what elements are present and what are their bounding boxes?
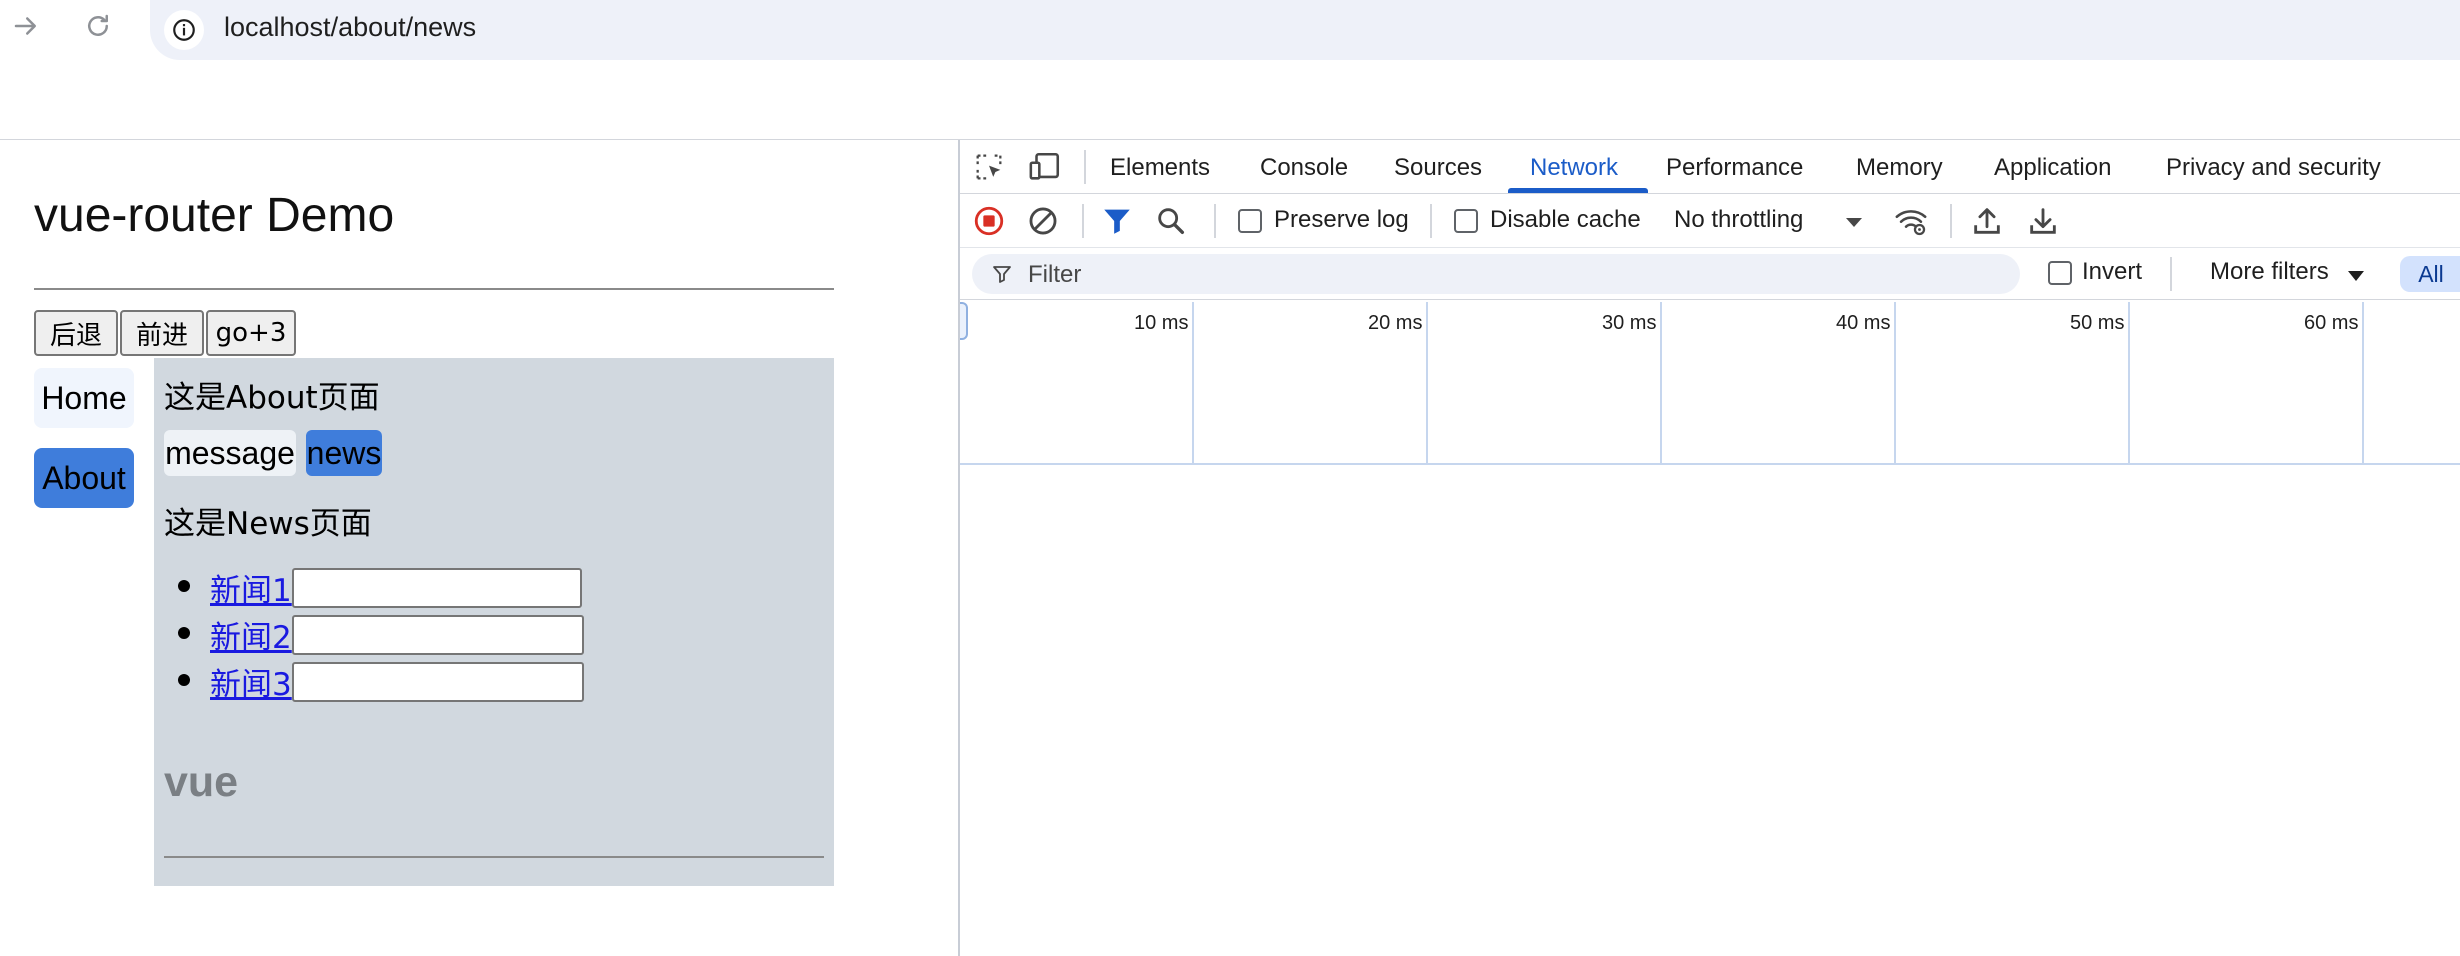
chevron-down-icon [2348,271,2364,281]
invert-checkbox[interactable] [2048,261,2072,285]
back-button[interactable]: 后退 [34,310,118,356]
sidebar-link-home[interactable]: Home [34,368,134,428]
forward-arrow-icon[interactable] [6,6,46,46]
url-text[interactable]: localhost/about/news [224,12,476,43]
filter-funnel-icon[interactable] [1100,204,1134,238]
address-bar[interactable]: localhost/about/news [150,0,2460,60]
filter-icon [990,262,1014,291]
about-heading: 这是About页面 [164,380,380,416]
tab-application[interactable]: Application [1994,154,2111,182]
timeline-tick-label: 10 ms [1134,312,1189,334]
chevron-down-icon [1846,218,1862,227]
import-har-icon[interactable] [1970,204,2004,238]
tab-elements[interactable]: Elements [1110,154,1210,182]
sidebar-link-about[interactable]: About [34,448,134,508]
filter-all-button[interactable]: All [2400,256,2460,292]
filter-input[interactable]: Filter [972,254,2020,294]
go3-button[interactable]: go+3 [206,310,296,356]
timeline-tick-label: 60 ms [2304,312,2359,334]
tab-console[interactable]: Console [1260,154,1348,182]
export-har-icon[interactable] [2026,204,2060,238]
reload-icon[interactable] [78,6,118,46]
separator [1950,204,1952,238]
network-request-list [960,467,2460,956]
news-input-2[interactable] [291,614,584,655]
preserve-log-checkbox[interactable] [1238,209,1262,233]
tab-network[interactable]: Network [1530,154,1618,182]
network-conditions-icon[interactable] [1894,204,1928,238]
devtools-panel: Elements Console Sources Network Perform… [958,140,2460,956]
separator [1082,204,1084,238]
timeline-range-handle[interactable] [960,302,968,340]
throttling-value: No throttling [1674,206,1804,233]
timeline-gridline [1192,302,1194,465]
timeline-tick-label: 20 ms [1368,312,1423,334]
footer-text: vue [164,758,239,806]
more-filters-label: More filters [2210,258,2329,285]
timeline-gridline [2128,302,2130,465]
timeline-gridline [1660,302,1662,465]
news-input-1[interactable] [291,567,582,608]
news-list: 新闻1 新闻2 新闻3 [178,564,584,705]
devtools-tab-strip: Elements Console Sources Network Perform… [960,140,2460,194]
news-heading: 这是News页面 [164,506,372,542]
active-tab-indicator [1508,188,1648,193]
invert-label: Invert [2082,258,2143,285]
page-title: vue-router Demo [34,189,395,242]
browser-chrome: localhost/about/news [0,0,2460,140]
subtab-message[interactable]: message [164,430,296,476]
forward-button[interactable]: 前进 [120,310,204,356]
news-input-3[interactable] [291,661,584,702]
timeline-gridline [1426,302,1428,465]
network-filter-bar: Filter Invert More filters All [960,248,2460,300]
timeline-tick-label: 50 ms [2070,312,2125,334]
list-item: 新闻1 [178,564,584,611]
list-item: 新闻2 [178,611,584,658]
filter-placeholder: Filter [1028,261,1082,288]
info-icon[interactable] [164,10,204,50]
separator [2170,257,2172,291]
title-divider [34,288,834,290]
stop-recording-icon[interactable] [972,204,1006,238]
network-timeline-overview[interactable]: 10 ms 20 ms 30 ms 40 ms 50 ms 60 ms [960,302,2460,465]
disable-cache-label: Disable cache [1490,206,1641,233]
inspect-element-icon[interactable] [972,150,1006,184]
timeline-gridline [2362,302,2364,465]
bullet [178,580,190,592]
bullet [178,674,190,686]
news-link-1[interactable]: 新闻1 [210,565,292,610]
search-icon[interactable] [1154,204,1188,238]
list-item: 新闻3 [178,658,584,705]
about-panel: 这是About页面 message news 这是News页面 新闻1 新闻2 … [154,358,834,886]
disable-cache-checkbox[interactable] [1454,209,1478,233]
separator [1214,204,1216,238]
tab-memory[interactable]: Memory [1856,154,1943,182]
panel-divider [164,856,824,858]
separator [1084,150,1086,184]
tab-sources[interactable]: Sources [1394,154,1482,182]
tab-performance[interactable]: Performance [1666,154,1803,182]
news-link-2[interactable]: 新闻2 [210,612,292,657]
news-link-3[interactable]: 新闻3 [210,659,292,704]
clear-icon[interactable] [1026,204,1060,238]
device-toolbar-icon[interactable] [1028,150,1062,184]
timeline-gridline [1894,302,1896,465]
timeline-tick-label: 30 ms [1602,312,1657,334]
page-viewport: vue-router Demo 后退 前进 go+3 Home About 这是… [0,140,958,956]
throttling-select[interactable]: No throttling [1674,194,1862,248]
tab-privacy-security[interactable]: Privacy and security [2166,154,2381,182]
subtab-news[interactable]: news [306,430,382,476]
bullet [178,627,190,639]
separator [1430,204,1432,238]
timeline-tick-label: 40 ms [1836,312,1891,334]
more-filters-dropdown[interactable]: More filters [2210,248,2380,300]
network-toolbar: Preserve log Disable cache No throttling [960,194,2460,248]
preserve-log-label: Preserve log [1274,206,1409,233]
